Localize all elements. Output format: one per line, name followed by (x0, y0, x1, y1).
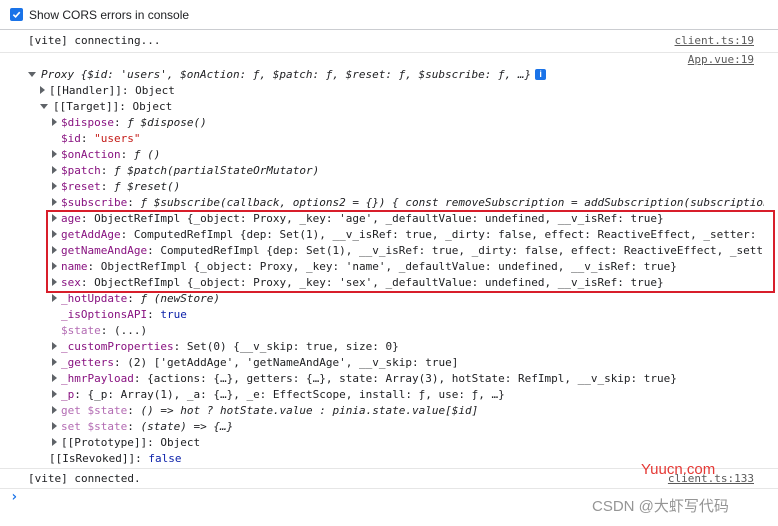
expand-arrow-icon[interactable] (52, 374, 57, 382)
cors-errors-checkbox[interactable] (10, 8, 23, 21)
tree-item-state[interactable]: $state: (...) (52, 323, 147, 339)
tree-item-onaction[interactable]: $onAction: ƒ () (52, 147, 160, 163)
tree-item-hotupdate[interactable]: _hotUpdate: ƒ (newStore) (52, 291, 220, 307)
tree-item-dispose[interactable]: $dispose: ƒ $dispose() (52, 115, 207, 131)
tree-item-reset[interactable]: $reset: ƒ $reset() (52, 179, 180, 195)
tree-item-customproperties[interactable]: _customProperties: Set(0) {__v_skip: tru… (52, 339, 399, 355)
site-watermark: Yuucn.com (641, 461, 716, 478)
expand-arrow-icon[interactable] (52, 358, 57, 366)
tree-item-set-state[interactable]: set $state: (state) => {…} (52, 419, 233, 435)
tree-item-p[interactable]: _p: {_p: Array(1), _a: {…}, _e: EffectSc… (52, 387, 505, 403)
message-text: [vite] connected. (28, 472, 141, 485)
author-watermark: CSDN @大虾写代码 (592, 498, 729, 515)
tree-item-id: $id: "users" (61, 132, 141, 145)
expand-arrow-icon[interactable] (52, 422, 57, 430)
cors-errors-label[interactable]: Show CORS errors in console (29, 8, 189, 22)
tree-item-subscribe[interactable]: $subscribe: ƒ $subscribe(callback, optio… (52, 195, 764, 211)
tree-item-get-state[interactable]: get $state: () => hot ? hotState.value :… (52, 403, 478, 419)
expand-arrow-icon[interactable] (52, 198, 57, 206)
expand-arrow-icon[interactable] (40, 103, 48, 109)
tree-root-proxy[interactable]: Proxy {$id: 'users', $onAction: ƒ, $patc… (28, 67, 547, 83)
tree-item-getters[interactable]: _getters: (2) ['getAddAge', 'getNameAndA… (52, 355, 458, 371)
tree-item-prototype[interactable]: [[Prototype]]: Object (52, 435, 200, 451)
checkmark-icon (12, 11, 21, 19)
expand-arrow-icon[interactable] (52, 390, 57, 398)
expand-arrow-icon[interactable] (52, 182, 57, 190)
message-text: [vite] connecting... (28, 34, 161, 47)
console-settings-bar: Show CORS errors in console (0, 0, 778, 30)
console-prompt-icon[interactable]: › (10, 489, 18, 505)
expand-arrow-icon[interactable] (52, 406, 57, 414)
expand-arrow-icon[interactable] (52, 118, 57, 126)
highlight-box (46, 210, 775, 293)
expand-arrow-icon[interactable] (52, 166, 57, 174)
source-link[interactable]: client.ts:19 (675, 34, 754, 47)
tree-item-isoptionsapi: _isOptionsAPI: true (61, 308, 187, 321)
source-link[interactable]: App.vue:19 (688, 53, 754, 66)
tree-item-target[interactable]: [[Target]]: Object (40, 99, 172, 115)
expand-arrow-icon[interactable] (52, 150, 57, 158)
expand-arrow-icon[interactable] (40, 86, 45, 94)
expand-arrow-icon[interactable] (52, 294, 57, 302)
expand-arrow-icon[interactable] (28, 71, 36, 77)
expand-arrow-icon[interactable] (52, 438, 57, 446)
tree-item-isrevoked: [[IsRevoked]]: false (49, 452, 182, 465)
tree-item-patch[interactable]: $patch: ƒ $patch(partialStateOrMutator) (52, 163, 319, 179)
tree-item-hmrpayload[interactable]: _hmrPayload: {actions: {…}, getters: {…}… (52, 371, 764, 387)
console-message-connecting: [vite] connecting... client.ts:19 (0, 31, 778, 53)
tree-item-handler[interactable]: [[Handler]]: Object (40, 83, 175, 99)
info-icon[interactable]: i (535, 68, 547, 80)
expand-arrow-icon[interactable] (52, 342, 57, 350)
